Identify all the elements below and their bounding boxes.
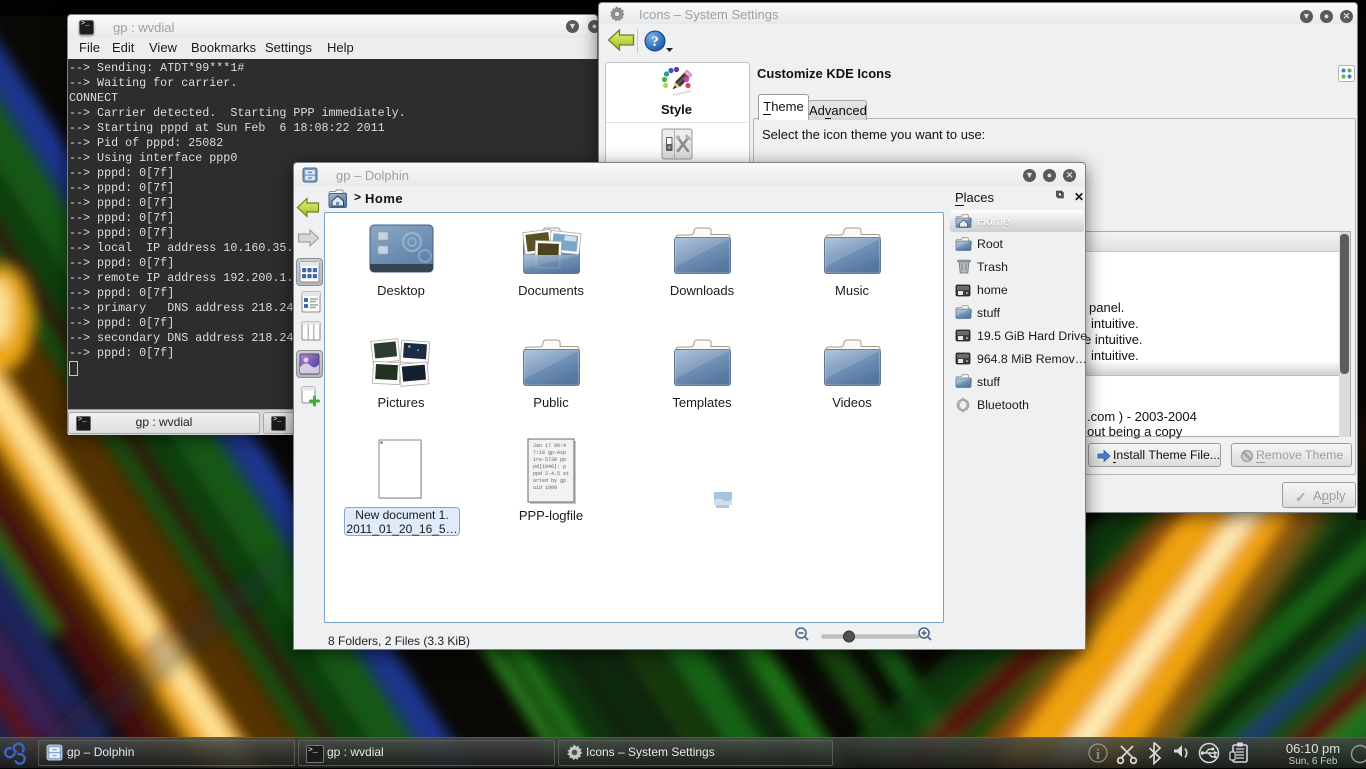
svg-text:?: ? xyxy=(651,34,659,50)
svg-text:i: i xyxy=(1096,747,1100,763)
